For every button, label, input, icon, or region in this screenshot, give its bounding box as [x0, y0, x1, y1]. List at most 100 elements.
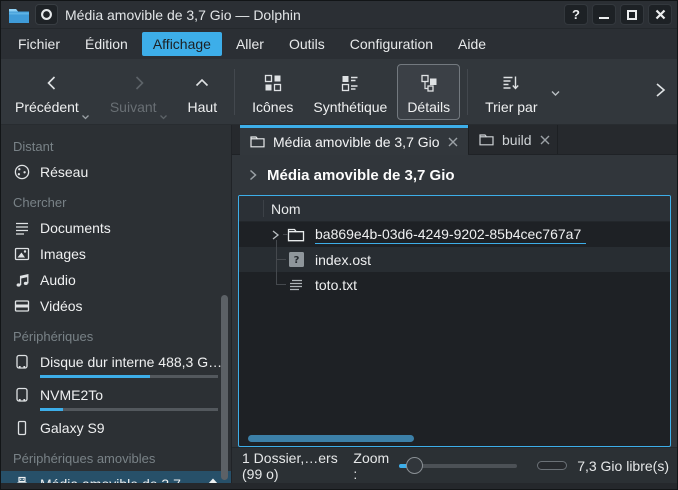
- unknown-file-icon: ?: [287, 251, 305, 269]
- horizontal-scrollbar[interactable]: [248, 435, 414, 442]
- titlebar: Média amovible de 3,7 Gio — Dolphin ?: [1, 1, 677, 29]
- disk-usage-bar: [40, 375, 218, 378]
- tab-close-button[interactable]: [448, 137, 458, 147]
- expand-chevron-icon[interactable]: [270, 229, 280, 241]
- forward-button[interactable]: Suivant: [100, 64, 178, 120]
- zoom-slider[interactable]: [399, 457, 517, 475]
- minimize-button[interactable]: [592, 4, 616, 25]
- sidebar-item-label: Vidéos: [40, 298, 83, 314]
- file-name[interactable]: index.ost: [315, 252, 371, 268]
- sidebar-item-label: Audio: [40, 272, 76, 288]
- close-icon: [655, 9, 666, 20]
- sidebar-item-documents[interactable]: Documents: [1, 215, 231, 241]
- tree-line: [283, 234, 288, 235]
- column-header-nom[interactable]: Nom: [271, 201, 301, 217]
- breadcrumb-chevron-icon[interactable]: [248, 168, 258, 182]
- sidebar-item-nvme-disk[interactable]: NVME2To: [1, 382, 231, 415]
- sidebar-item-label: Galaxy S9: [40, 420, 105, 436]
- hard-drive-icon: [13, 353, 31, 371]
- maximize-icon: [627, 10, 637, 20]
- menubar: Fichier Édition Affichage Aller Outils C…: [1, 29, 677, 59]
- window-body: Distant Réseau Chercher: [1, 125, 677, 483]
- sidebar-item-videos[interactable]: Vidéos: [1, 293, 231, 319]
- compact-view-icon: [340, 71, 360, 95]
- status-bar: 1 Dossier,…ers (99 o) Zoom : 7,3 Gio lib…: [232, 447, 677, 483]
- svg-text:?: ?: [293, 255, 299, 266]
- file-row-folder[interactable]: ba869e4b-03d6-4249-9202-85b4cec767a7: [239, 222, 670, 247]
- free-space-label: 7,3 Gio libre(s): [577, 458, 669, 474]
- chevron-left-icon: [43, 71, 61, 95]
- disk-usage-bar: [40, 408, 218, 411]
- toolbar-separator: [234, 69, 235, 115]
- icons-view-icon: [263, 71, 283, 95]
- sidebar-item-audio[interactable]: Audio: [1, 267, 231, 293]
- up-label: Haut: [188, 99, 218, 115]
- section-remote: Distant: [13, 139, 231, 154]
- menu-outils[interactable]: Outils: [278, 32, 336, 56]
- sidebar-item-label: Média amovible de 3,7 …: [40, 476, 196, 483]
- file-name[interactable]: toto.txt: [315, 277, 357, 293]
- file-row-toto-txt[interactable]: toto.txt: [239, 272, 670, 297]
- icons-view-button[interactable]: Icônes: [242, 64, 303, 120]
- file-rows: ba869e4b-03d6-4249-9202-85b4cec767a7 ? i…: [239, 222, 670, 297]
- places-panel: Distant Réseau Chercher: [1, 125, 232, 483]
- sort-dropdown-caret-icon[interactable]: [550, 90, 561, 97]
- section-search: Chercher: [13, 195, 231, 210]
- file-row-index-ost[interactable]: ? index.ost: [239, 247, 670, 272]
- details-view-label: Détails: [407, 99, 450, 115]
- tab-media-amovible[interactable]: Média amovible de 3,7 Gio: [240, 125, 468, 155]
- sidebar-item-phone[interactable]: Galaxy S9: [1, 415, 231, 441]
- menu-edition[interactable]: Édition: [74, 32, 139, 56]
- sidebar-item-network[interactable]: Réseau: [1, 159, 231, 185]
- tab-bar: Média amovible de 3,7 Gio build: [232, 125, 677, 155]
- sidebar-item-label: Réseau: [40, 164, 88, 180]
- eject-button[interactable]: [205, 477, 221, 483]
- file-view: Nom: [238, 195, 671, 447]
- tree-line: [276, 284, 286, 285]
- sidebar-item-label: Images: [40, 246, 86, 262]
- chevron-up-icon: [193, 71, 211, 95]
- window-bottom-frame: [1, 483, 677, 489]
- sidebar-item-images[interactable]: Images: [1, 241, 231, 267]
- icons-view-label: Icônes: [252, 99, 293, 115]
- breadcrumb-location[interactable]: Média amovible de 3,7 Gio: [267, 167, 455, 184]
- sidebar-item-removable-media[interactable]: Média amovible de 3,7 …: [1, 471, 231, 483]
- compact-view-label: Synthétique: [313, 99, 387, 115]
- close-button[interactable]: [648, 4, 672, 25]
- up-button[interactable]: Haut: [178, 64, 228, 120]
- menu-affichage[interactable]: Affichage: [142, 32, 222, 56]
- toolbar-overflow-button[interactable]: [653, 81, 667, 99]
- main-area: Média amovible de 3,7 Gio build: [232, 125, 677, 483]
- sidebar-item-label: NVME2To: [40, 387, 221, 403]
- tab-build[interactable]: build: [468, 125, 558, 154]
- forward-label: Suivant: [110, 99, 157, 115]
- sidebar-scrollbar[interactable]: [221, 295, 228, 480]
- maximize-button[interactable]: [620, 4, 644, 25]
- folder-icon: [250, 135, 265, 148]
- file-name[interactable]: ba869e4b-03d6-4249-9202-85b4cec767a7: [315, 226, 586, 244]
- disk-usage-fill: [40, 375, 150, 378]
- sidebar-item-internal-disk[interactable]: Disque dur interne 488,3 G…: [1, 349, 231, 382]
- details-view-button[interactable]: Détails: [397, 64, 460, 120]
- forward-dropdown-caret-icon: [159, 114, 168, 120]
- film-icon: [13, 297, 31, 315]
- sort-by-button[interactable]: Trier par: [475, 64, 547, 120]
- sidebar-item-label: Disque dur interne 488,3 G…: [40, 354, 221, 370]
- window-title: Média amovible de 3,7 Gio — Dolphin: [65, 7, 301, 23]
- smartphone-icon: [13, 419, 31, 437]
- removable-device-badge-button[interactable]: [35, 4, 58, 25]
- document-lines-icon: [13, 219, 31, 237]
- help-button[interactable]: ?: [564, 4, 588, 25]
- minimize-icon: [599, 17, 609, 19]
- menu-fichier[interactable]: Fichier: [7, 32, 71, 56]
- back-button[interactable]: Précédent: [5, 64, 100, 120]
- back-dropdown-caret-icon[interactable]: [81, 114, 90, 120]
- compact-view-button[interactable]: Synthétique: [303, 64, 397, 120]
- tab-close-button[interactable]: [540, 135, 550, 145]
- menu-aller[interactable]: Aller: [225, 32, 275, 56]
- menu-configuration[interactable]: Configuration: [339, 32, 444, 56]
- zoom-slider-handle[interactable]: [406, 457, 423, 474]
- menu-aide[interactable]: Aide: [447, 32, 497, 56]
- close-icon: [448, 137, 458, 147]
- tree-line: [276, 240, 277, 285]
